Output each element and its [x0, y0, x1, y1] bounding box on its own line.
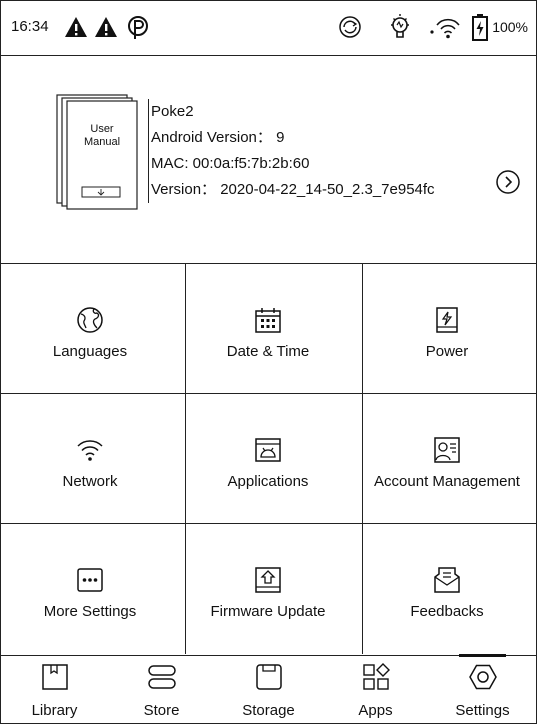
- mac-address: MAC: 00:0a:f5:7b:2b:60: [151, 155, 310, 172]
- more-settings-label: More Settings: [43, 603, 137, 620]
- power-icon: [433, 306, 461, 334]
- p-circle-icon: [125, 12, 151, 42]
- manual-title-line2: Manual: [83, 136, 121, 148]
- book-icon: [40, 662, 70, 692]
- grid-divider: [1, 523, 536, 524]
- languages-label: Languages: [52, 343, 128, 360]
- settings-icon: [468, 662, 498, 692]
- network-tile[interactable]: Network: [1, 394, 179, 523]
- power-tile[interactable]: Power: [358, 264, 536, 393]
- nav-library-label: Library: [31, 702, 78, 719]
- feedback-icon: [433, 566, 461, 594]
- date-time-label: Date & Time: [226, 343, 310, 360]
- applications-icon: [254, 436, 282, 464]
- settings-grid: Languages Date & Time Power Network Appl…: [1, 264, 536, 654]
- grid-divider: [185, 264, 186, 654]
- applications-tile[interactable]: Applications: [179, 394, 357, 523]
- manual-title-line1: User: [90, 123, 114, 135]
- power-label: Power: [425, 343, 469, 360]
- battery-charging-icon: [471, 12, 489, 42]
- account-icon: [433, 436, 461, 464]
- nav-apps[interactable]: Apps: [322, 656, 429, 724]
- calendar-icon: [254, 306, 282, 334]
- feedbacks-tile[interactable]: Feedbacks: [358, 524, 536, 653]
- device-info-text: Poke2 Android Version： 9 MAC: 00:0a:f5:7…: [148, 99, 435, 203]
- store-icon: [147, 662, 177, 692]
- date-time-tile[interactable]: Date & Time: [179, 264, 357, 393]
- firmware-version: Version： 2020-04-22_14-50_2.3_7e954fc: [151, 181, 435, 198]
- bulb-icon: [387, 12, 413, 42]
- globe-icon: [76, 306, 104, 334]
- nav-storage[interactable]: Storage: [215, 656, 322, 724]
- wifi-icon: [429, 12, 463, 42]
- more-settings-tile[interactable]: More Settings: [1, 524, 179, 653]
- feedbacks-label: Feedbacks: [410, 603, 484, 620]
- nav-library[interactable]: Library: [1, 656, 108, 724]
- nav-apps-label: Apps: [358, 702, 393, 719]
- device-model: Poke2: [151, 103, 194, 120]
- firmware-icon: [254, 566, 282, 594]
- nav-store-label: Store: [143, 702, 180, 719]
- wifi-icon: [76, 436, 104, 464]
- applications-label: Applications: [227, 473, 309, 490]
- languages-tile[interactable]: Languages: [1, 264, 179, 393]
- nav-store[interactable]: Store: [108, 656, 215, 724]
- grid-divider: [362, 264, 363, 654]
- status-bar: 16:34 100%: [1, 1, 536, 56]
- apps-icon: [361, 662, 391, 692]
- account-management-label: Account Management: [374, 473, 520, 490]
- storage-icon: [254, 662, 284, 692]
- firmware-update-label: Firmware Update: [210, 603, 326, 620]
- alert-icon: [93, 12, 119, 42]
- firmware-update-tile[interactable]: Firmware Update: [179, 524, 357, 653]
- chevron-right-icon[interactable]: [495, 169, 521, 195]
- android-version: Android Version： 9: [151, 129, 285, 146]
- alert-icon: [63, 12, 89, 42]
- device-info-panel[interactable]: User Manual Poke2 Android Version： 9 MAC…: [1, 56, 536, 264]
- sync-icon: [337, 12, 363, 42]
- clock: 16:34: [11, 18, 49, 35]
- more-icon: [76, 566, 104, 594]
- user-manual-icon[interactable]: User Manual: [53, 91, 145, 211]
- battery-percent: 100%: [492, 19, 528, 35]
- nav-settings-label: Settings: [455, 702, 510, 719]
- account-management-tile[interactable]: Account Management: [358, 394, 536, 523]
- bottom-nav: Library Store Storage Apps Settings: [1, 654, 536, 724]
- nav-storage-label: Storage: [242, 702, 295, 719]
- grid-divider: [1, 393, 536, 394]
- nav-settings[interactable]: Settings: [429, 654, 536, 724]
- network-label: Network: [62, 473, 118, 490]
